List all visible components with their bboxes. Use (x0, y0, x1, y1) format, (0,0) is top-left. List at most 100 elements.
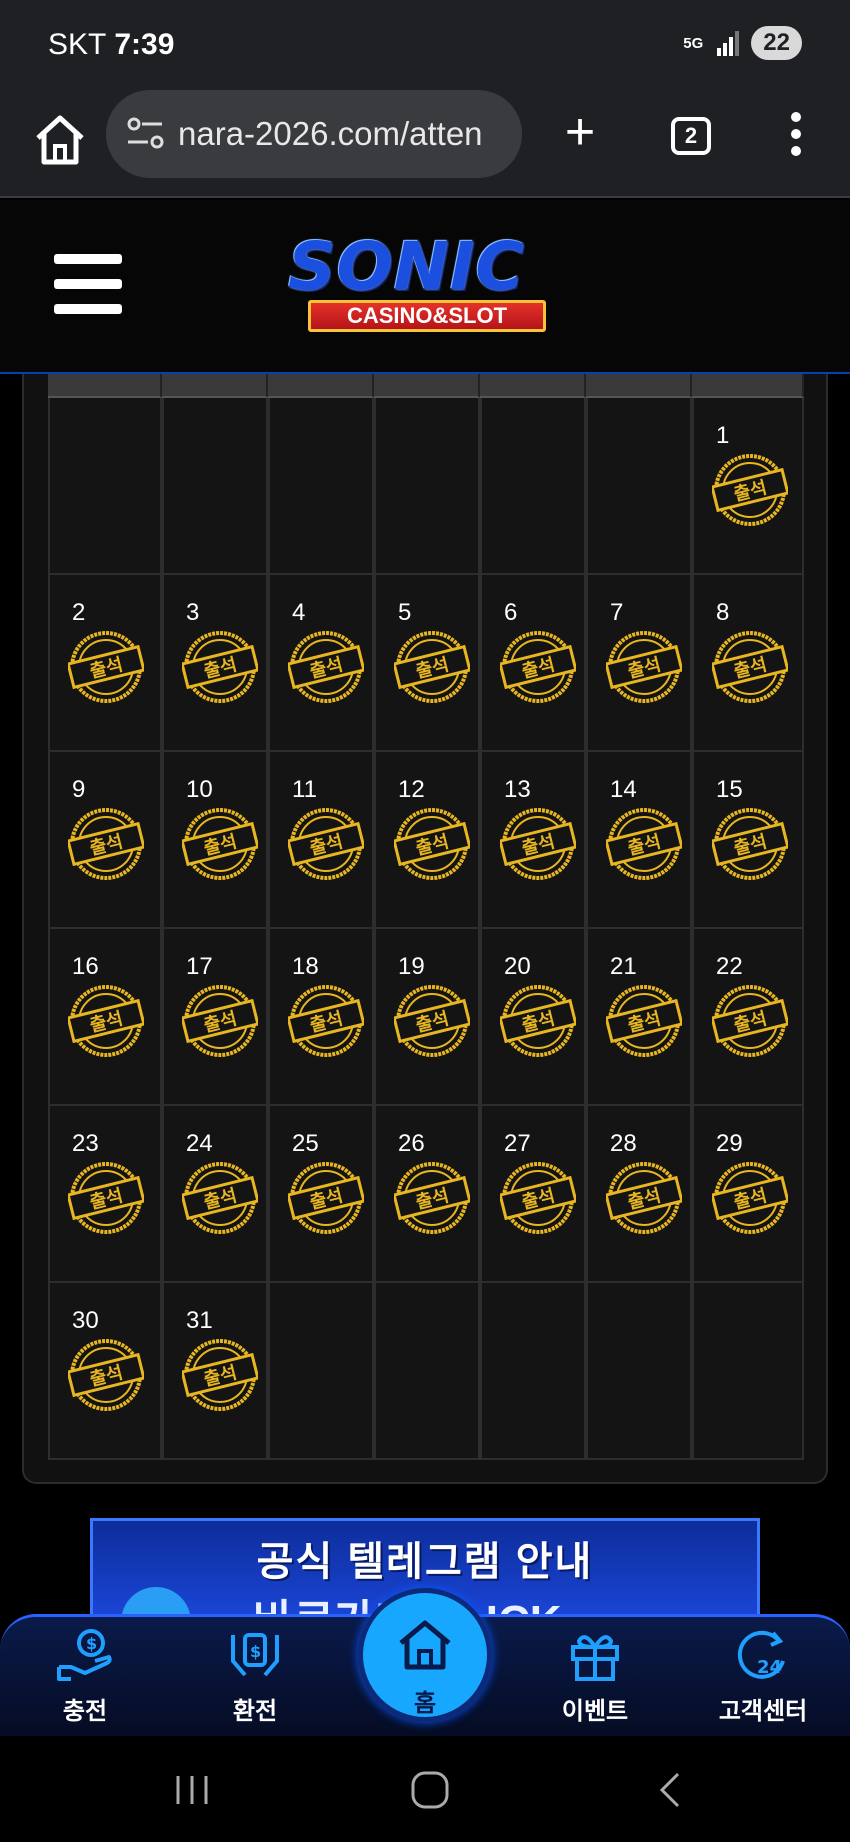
calendar-day-21[interactable]: 21 출석 (586, 929, 692, 1106)
nav-deposit-label: 충전 (62, 1698, 108, 1725)
nav-home[interactable]: 홈 (358, 1588, 492, 1722)
attendance-stamp-icon: 출석 (68, 1162, 144, 1234)
calendar-day-31[interactable]: 31 출석 (162, 1283, 268, 1460)
nav-home-label: 홈 (413, 1690, 437, 1717)
day-number: 13 (504, 776, 531, 803)
attendance-stamp-icon: 출석 (712, 454, 788, 526)
day-number: 11 (292, 776, 317, 803)
new-tab-button[interactable]: + (556, 106, 604, 160)
calendar-day-26[interactable]: 26 출석 (374, 1106, 480, 1283)
calendar-day-1[interactable]: 1 출석 (692, 398, 804, 575)
nav-support[interactable]: 24 고객센터 (698, 1627, 828, 1726)
weekday-header-cell (480, 374, 586, 398)
address-bar[interactable]: nara-2026.com/atten (106, 90, 522, 178)
gift-icon (571, 1635, 619, 1681)
day-number: 21 (610, 953, 637, 980)
weekday-header-cell (374, 374, 480, 398)
calendar-week-row: 23 출석 24 출석 25 출석 26 출석 27 출석 28 출석 29 출석 (48, 1106, 830, 1283)
day-number: 25 (292, 1130, 319, 1157)
day-number: 23 (72, 1130, 99, 1157)
calendar-week-row: 30 출석 31 출석 (48, 1283, 830, 1460)
calendar-day-empty (268, 1283, 374, 1460)
attendance-stamp-icon: 출석 (500, 1162, 576, 1234)
calendar-day-11[interactable]: 11 출석 (268, 752, 374, 929)
attendance-stamp-icon: 출석 (182, 985, 258, 1057)
day-number: 12 (398, 776, 425, 803)
attendance-stamp-icon: 출석 (394, 1162, 470, 1234)
browser-menu-icon[interactable] (785, 112, 807, 160)
status-bar: SKT 7:39 5G 22 (0, 0, 850, 90)
calendar-day-10[interactable]: 10 출석 (162, 752, 268, 929)
nav-deposit[interactable]: $ 충전 (20, 1627, 150, 1726)
tab-switcher-button[interactable]: 2 (671, 117, 711, 155)
day-number: 14 (610, 776, 637, 803)
day-number: 19 (398, 953, 425, 980)
calendar-day-13[interactable]: 13 출석 (480, 752, 586, 929)
status-right: 5G 22 (679, 26, 802, 60)
attendance-stamp-icon: 출석 (606, 631, 682, 703)
calendar-day-14[interactable]: 14 출석 (586, 752, 692, 929)
calendar-week-row: 2 출석 3 출석 4 출석 5 출석 6 출석 7 출석 8 출석 (48, 575, 830, 752)
attendance-stamp-icon: 출석 (394, 631, 470, 703)
calendar-day-6[interactable]: 6 출석 (480, 575, 586, 752)
calendar-day-22[interactable]: 22 출석 (692, 929, 804, 1106)
attendance-stamp-icon: 출석 (606, 985, 682, 1057)
site-info-icon[interactable] (126, 116, 166, 152)
logo-main-text: SONIC (288, 228, 525, 305)
calendar-day-17[interactable]: 17 출석 (162, 929, 268, 1106)
day-number: 24 (186, 1130, 213, 1157)
calendar-day-19[interactable]: 19 출석 (374, 929, 480, 1106)
calendar-day-29[interactable]: 29 출석 (692, 1106, 804, 1283)
attendance-stamp-icon: 출석 (182, 631, 258, 703)
day-number: 1 (716, 422, 730, 449)
day-number: 20 (504, 953, 531, 980)
day-number: 17 (186, 953, 213, 980)
calendar-day-24[interactable]: 24 출석 (162, 1106, 268, 1283)
calendar-day-empty (48, 398, 162, 575)
calendar-day-30[interactable]: 30 출석 (48, 1283, 162, 1460)
calendar-day-9[interactable]: 9 출석 (48, 752, 162, 929)
site-header: SONIC CASINO&SLOT (0, 200, 850, 374)
attendance-stamp-icon: 출석 (68, 808, 144, 880)
browser-home-icon[interactable] (30, 110, 90, 170)
deposit-icon: $ (57, 1629, 112, 1681)
site-logo[interactable]: SONIC CASINO&SLOT (270, 220, 600, 350)
calendar-day-25[interactable]: 25 출석 (268, 1106, 374, 1283)
back-icon[interactable] (650, 1770, 690, 1810)
calendar-day-empty (480, 398, 586, 575)
calendar-day-7[interactable]: 7 출석 (586, 575, 692, 752)
day-number: 30 (72, 1307, 99, 1334)
weekday-header-cell (268, 374, 374, 398)
battery-indicator: 22 (751, 26, 802, 60)
nav-event[interactable]: 이벤트 (530, 1627, 660, 1726)
attendance-stamp-icon: 출석 (288, 985, 364, 1057)
system-home-icon[interactable] (410, 1770, 450, 1810)
calendar-day-27[interactable]: 27 출석 (480, 1106, 586, 1283)
calendar-day-5[interactable]: 5 출석 (374, 575, 480, 752)
calendar-grid: 1 출석 2 출석 3 출석 4 출석 5 출석 6 출석 7 출석 8 출석 9 출석 10 출석 11 출석 12 출석 1… (48, 374, 830, 1460)
calendar-day-empty (586, 398, 692, 575)
calendar-day-12[interactable]: 12 출석 (374, 752, 480, 929)
network-badge: 5G (683, 34, 704, 52)
calendar-day-20[interactable]: 20 출석 (480, 929, 586, 1106)
attendance-stamp-icon: 출석 (288, 1162, 364, 1234)
calendar-day-28[interactable]: 28 출석 (586, 1106, 692, 1283)
calendar-day-23[interactable]: 23 출석 (48, 1106, 162, 1283)
calendar-day-18[interactable]: 18 출석 (268, 929, 374, 1106)
attendance-stamp-icon: 출석 (182, 808, 258, 880)
nav-withdraw[interactable]: $ 환전 (190, 1627, 320, 1726)
weekday-header-row (48, 374, 830, 398)
calendar-day-15[interactable]: 15 출석 (692, 752, 804, 929)
attendance-stamp-icon: 출석 (182, 1162, 258, 1234)
hamburger-menu-icon[interactable] (54, 254, 122, 314)
attendance-stamp-icon: 출석 (500, 631, 576, 703)
calendar-day-2[interactable]: 2 출석 (48, 575, 162, 752)
recent-apps-icon[interactable] (172, 1770, 212, 1810)
day-number: 22 (716, 953, 743, 980)
svg-text:$: $ (250, 1642, 261, 1661)
calendar-day-16[interactable]: 16 출석 (48, 929, 162, 1106)
calendar-day-8[interactable]: 8 출석 (692, 575, 804, 752)
calendar-day-3[interactable]: 3 출석 (162, 575, 268, 752)
logo-sub-text: CASINO&SLOT (308, 300, 546, 332)
calendar-day-4[interactable]: 4 출석 (268, 575, 374, 752)
